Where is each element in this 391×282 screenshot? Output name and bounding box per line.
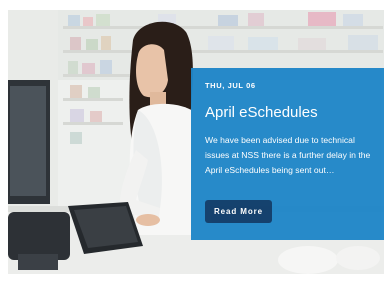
post-title[interactable]: April eSchedules bbox=[205, 104, 381, 122]
post-excerpt: We have been advised due to technical is… bbox=[205, 135, 371, 175]
post-date: THU, JUL 06 bbox=[205, 81, 256, 90]
news-card[interactable]: THU, JUL 06 April eSchedules We have bee… bbox=[8, 10, 384, 274]
read-more-button[interactable]: Read More bbox=[205, 200, 272, 223]
post-overlay: THU, JUL 06 April eSchedules We have bee… bbox=[191, 68, 384, 240]
